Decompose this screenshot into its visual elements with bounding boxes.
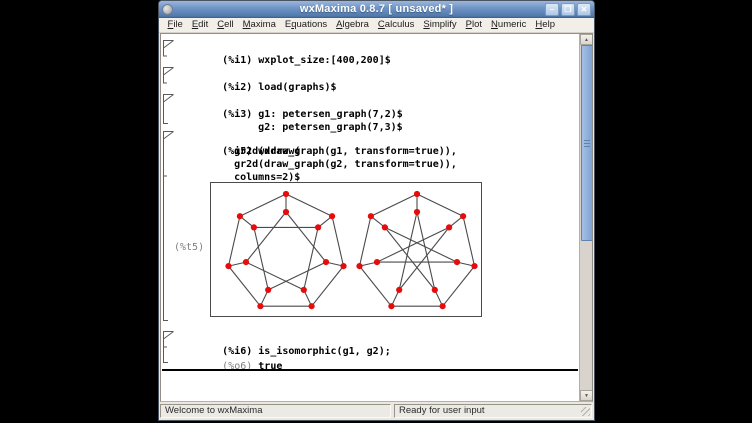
insertion-caret-line[interactable] [162,369,578,371]
menu-calculus[interactable]: Calculus [373,18,418,32]
output-label-t5: (%t5) [174,241,204,254]
wxmaxima-window: wxMaxima 0.8.7 [ unsaved* ] – ❒ ✕ FileEd… [158,0,595,421]
scroll-down-icon[interactable]: ▼ [580,390,593,401]
menu-algebra[interactable]: Algebra [332,18,374,32]
document-area[interactable]: (%i1) wxplot_size:[400,200]$ (%i2) load(gr… [160,33,593,402]
input-code[interactable]: load(graphs)$ [258,82,336,93]
menu-simplify[interactable]: Simplify [419,18,461,32]
scrollbar-thumb[interactable] [581,45,593,241]
close-button[interactable]: ✕ [577,3,591,16]
petersen-graphs-plot [210,182,482,317]
menu-plot[interactable]: Plot [461,18,486,32]
minimize-button[interactable]: – [545,3,559,16]
input-label: (%i2) [222,82,252,93]
input-code[interactable]: wxplot_size:[400,200]$ [258,55,390,66]
menu-equations[interactable]: Equations [280,18,331,32]
menu-cell[interactable]: Cell [213,18,238,32]
menu-bar: FileEditCellMaximaEquationsAlgebraCalcul… [159,18,594,33]
resize-grip[interactable] [581,407,590,416]
maximize-button[interactable]: ❒ [561,3,575,16]
vertical-scrollbar[interactable]: ▲ ▼ [579,34,592,401]
output-cell-o6: (%o6)true [174,347,282,386]
menu-help[interactable]: Help [531,18,560,32]
status-bar: Welcome to wxMaxima Ready for user input [159,402,594,420]
input-label: (%i1) [222,55,252,66]
status-welcome: Welcome to wxMaxima [160,404,391,418]
graph-plot-canvas [211,183,481,316]
menu-numeric[interactable]: Numeric [487,18,531,32]
status-ready: Ready for user input [394,404,592,418]
input-code[interactable]: gr2d(draw_graph(g1, transform=true)), [210,145,457,158]
menu-edit[interactable]: Edit [187,18,212,32]
menu-maxima[interactable]: Maxima [238,18,280,32]
scroll-up-icon[interactable]: ▲ [580,34,593,45]
scrollbar-grip [584,140,590,147]
title-bar[interactable]: wxMaxima 0.8.7 [ unsaved* ] – ❒ ✕ [159,1,594,18]
input-code[interactable]: gr2d(draw_graph(g2, transform=true)), [210,158,457,171]
menu-file[interactable]: File [163,18,187,32]
window-title: wxMaxima 0.8.7 [ unsaved* ] [159,1,594,18]
